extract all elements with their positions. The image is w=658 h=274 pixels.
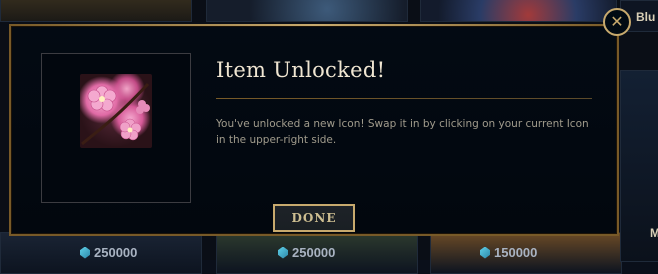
unlocked-icon-frame [41, 53, 191, 203]
price-tag: 250000 [278, 245, 335, 260]
price-tag: 250000 [80, 245, 137, 260]
modal-title: Item Unlocked! [216, 58, 386, 82]
modal-message: You've unlocked a new Icon! Swap it in b… [216, 118, 589, 146]
close-icon[interactable]: ✕ [603, 8, 631, 36]
price-value: 250000 [292, 245, 336, 260]
blue-essence-icon [480, 246, 490, 259]
price-tag: 150000 [480, 245, 537, 260]
blue-essence-icon [80, 246, 90, 259]
cherry-blossom-branch [81, 82, 150, 146]
tile-label: M [650, 226, 658, 240]
price-value: 250000 [94, 245, 138, 260]
tile-label: Blu [636, 10, 656, 24]
price-value: 150000 [494, 245, 538, 260]
blue-essence-icon [278, 246, 288, 259]
title-divider [216, 98, 592, 99]
done-button[interactable]: DONE [273, 204, 355, 232]
item-unlocked-modal: Item Unlocked! You've unlocked a new Ico… [9, 24, 619, 236]
store-tile[interactable] [0, 0, 192, 22]
store-tile[interactable] [420, 0, 617, 22]
store-tile[interactable] [206, 0, 408, 22]
modal-border-accent [11, 24, 617, 26]
